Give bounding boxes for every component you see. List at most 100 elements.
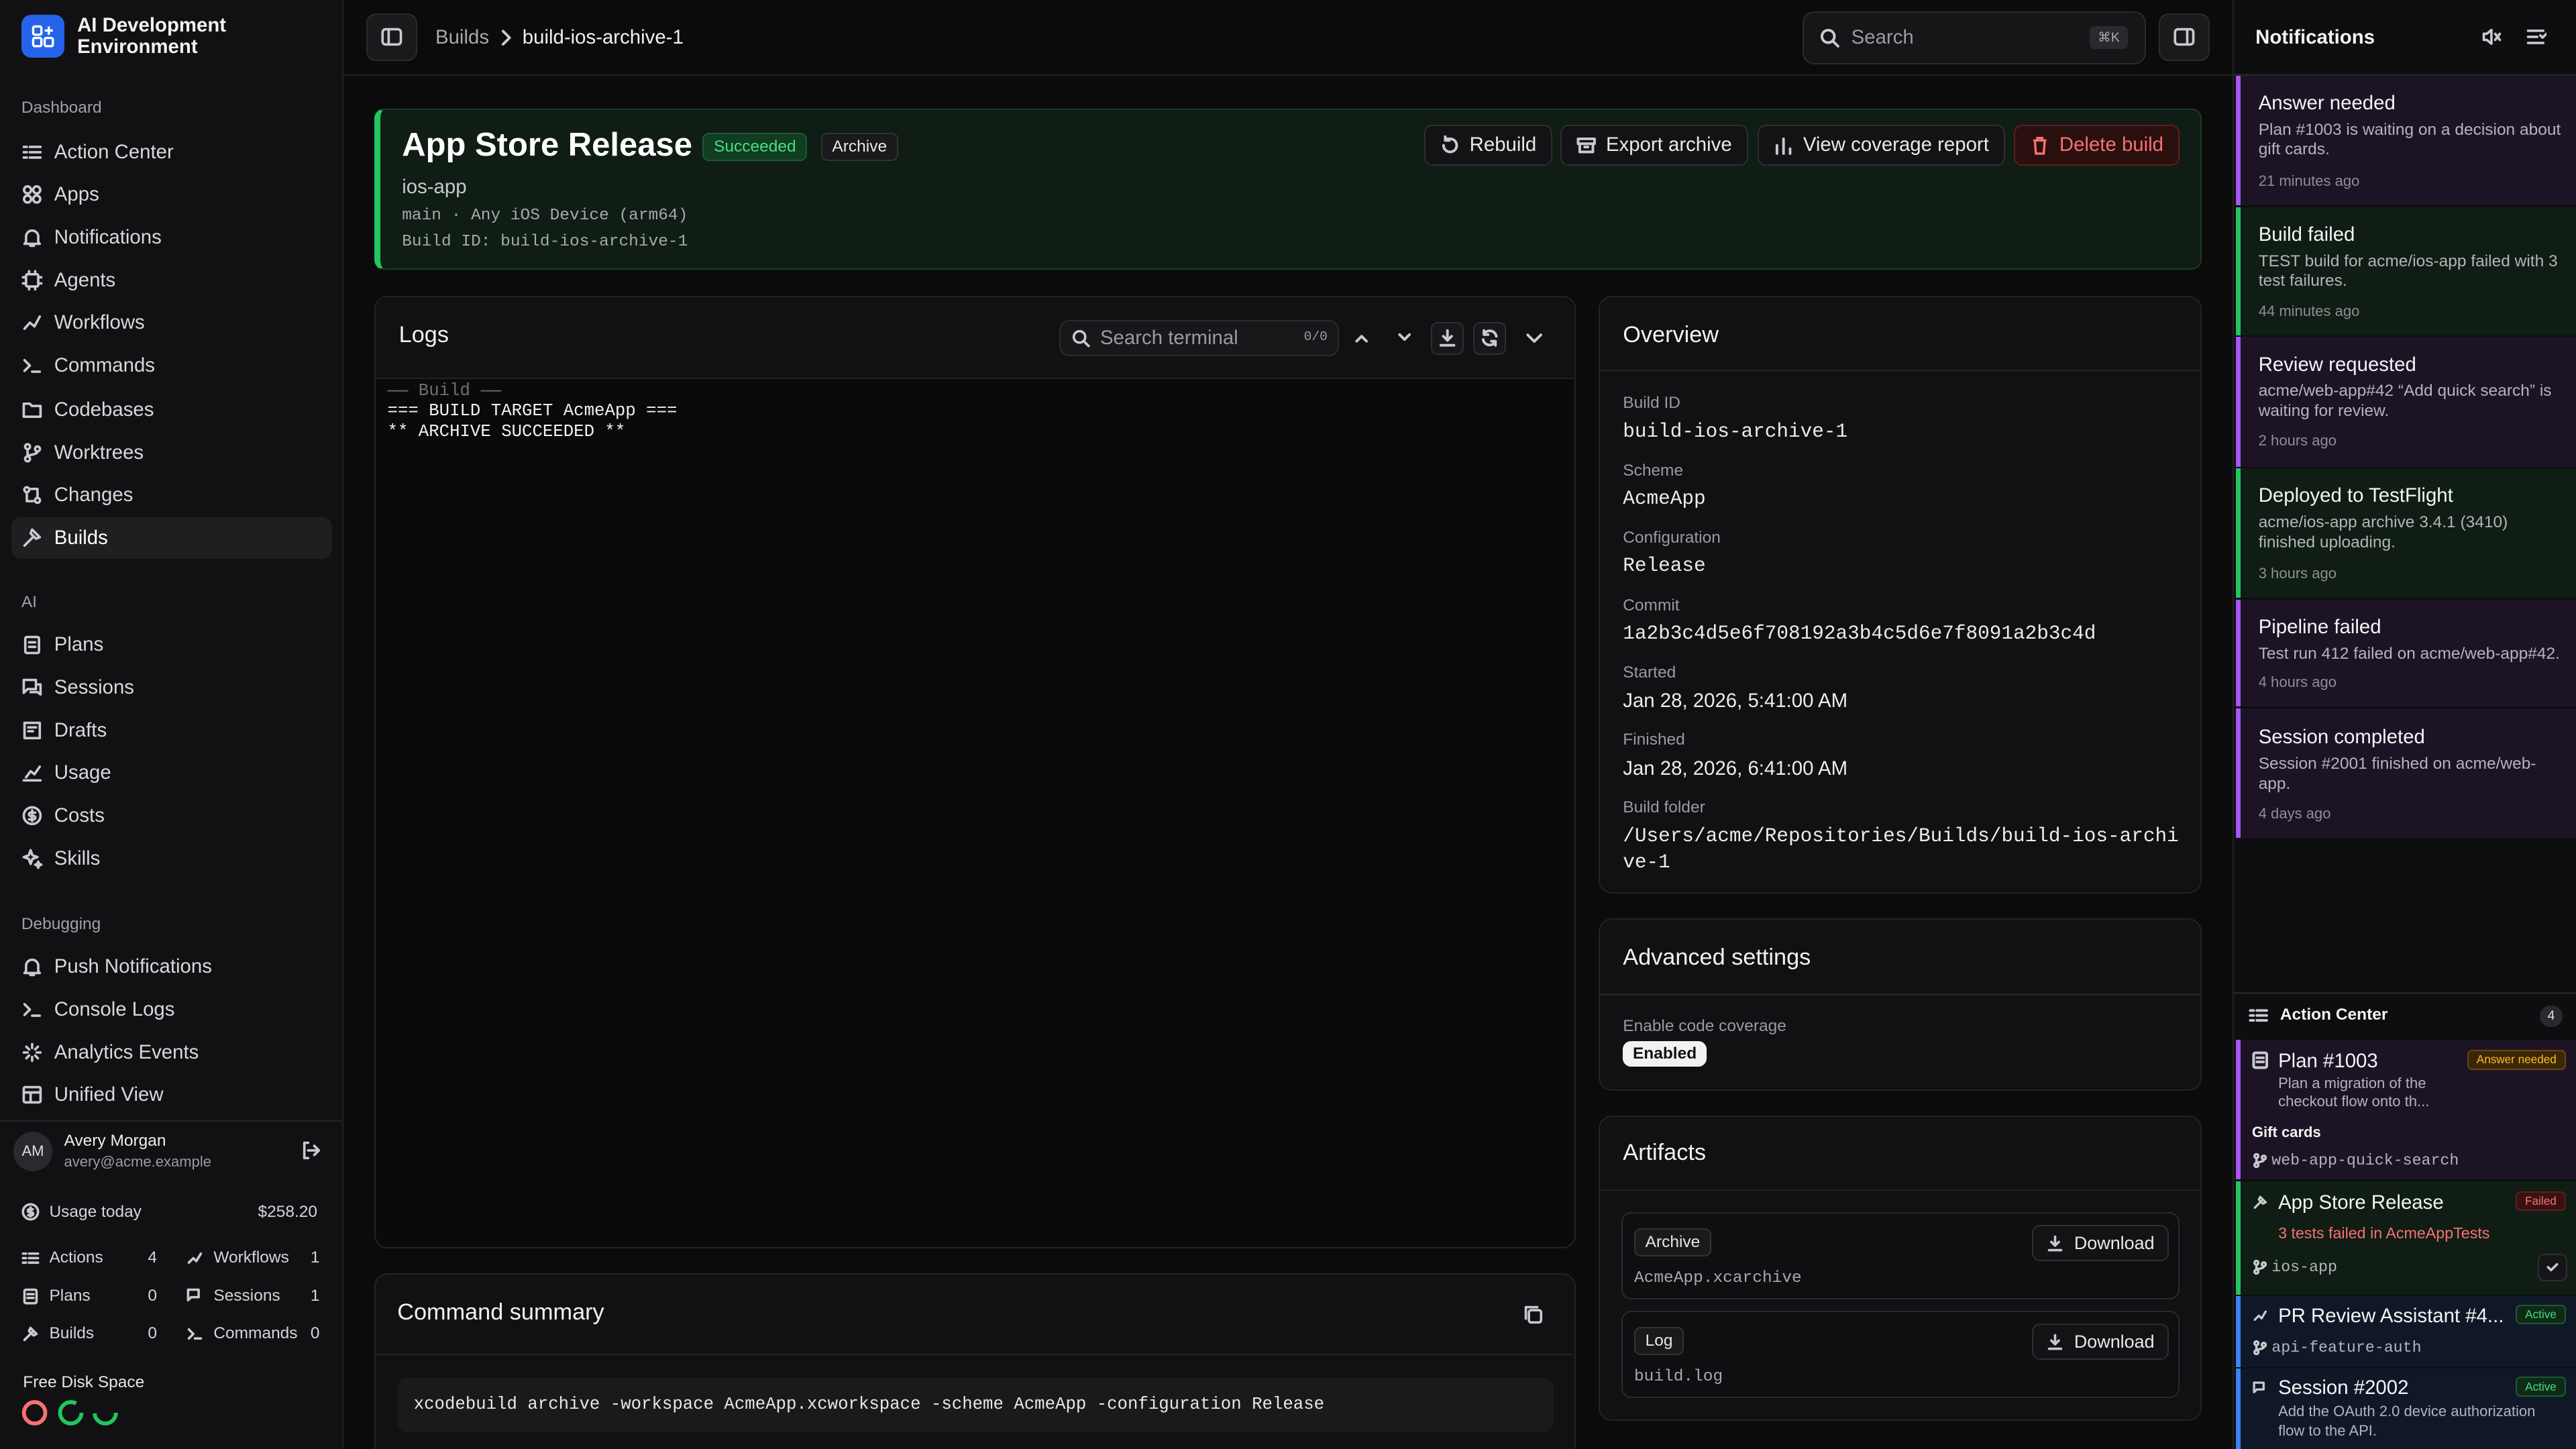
download-log-button[interactable] xyxy=(1430,321,1464,355)
scheme-value: AcmeApp xyxy=(1623,487,1706,510)
sidebar-item-analytics-events[interactable]: Analytics Events xyxy=(11,1032,332,1073)
command-summary-title: Command summary xyxy=(397,1299,604,1325)
notification-item[interactable]: Answer needed Plan #1003 is waiting on a… xyxy=(2235,75,2576,206)
notification-item[interactable]: Review requested acme/web-app#42 “Add qu… xyxy=(2235,337,2576,467)
build-meta: main · Any iOS Device (arm64) xyxy=(402,207,688,225)
notification-body: Plan #1003 is waiting on a decision abou… xyxy=(2258,120,2561,159)
stat-workflows[interactable]: Workflows xyxy=(186,1248,289,1267)
logout-icon[interactable] xyxy=(301,1140,322,1161)
action-center-count: 4 xyxy=(2539,1005,2563,1027)
mark-read-icon[interactable] xyxy=(2525,26,2546,48)
draft-icon xyxy=(23,721,41,739)
sidebar-item-label: Changes xyxy=(54,484,133,506)
notification-item[interactable]: Build failed TEST build for acme/ios-app… xyxy=(2235,207,2576,335)
stat-sessions[interactable]: Sessions xyxy=(186,1287,280,1305)
download-log-artifact-button[interactable]: Download xyxy=(2031,1324,2169,1360)
sidebar-item-action-center[interactable]: Action Center xyxy=(11,131,332,172)
bell-icon xyxy=(23,229,41,248)
action-item[interactable]: Session #2002 Active Add the OAuth 2.0 d… xyxy=(2235,1368,2576,1449)
search-input[interactable]: Search ⌘K xyxy=(1802,11,2146,64)
chevron-up-icon[interactable] xyxy=(1352,328,1371,347)
logs-panel: Logs Search terminal 0/0 —— Build —— ===… xyxy=(374,295,1576,1249)
sidebar-item-builds[interactable]: Builds xyxy=(11,517,332,559)
action-item[interactable]: App Store Release Failed 3 tests failed … xyxy=(2235,1181,2576,1295)
notification-item[interactable]: Session completed Session #2001 finished… xyxy=(2235,708,2576,839)
artifact-item: Log build.log Download xyxy=(1621,1310,2180,1398)
terminal-icon xyxy=(23,1003,41,1017)
build-title: App Store Release xyxy=(402,127,692,164)
artifact-item: Archive AcmeApp.xcarchive Download xyxy=(1621,1212,2180,1299)
sidebar-item-drafts[interactable]: Drafts xyxy=(11,710,332,751)
stat-plans-value: 0 xyxy=(148,1286,158,1305)
refresh-log-button[interactable] xyxy=(1473,321,1507,355)
notification-item[interactable]: Pipeline failed Test run 412 failed on a… xyxy=(2235,599,2576,707)
user-email: avery@acme.example xyxy=(64,1152,212,1170)
sidebar-item-console-logs[interactable]: Console Logs xyxy=(11,989,332,1030)
sidebar-item-push-notifications[interactable]: Push Notifications xyxy=(11,947,332,987)
sidebar-item-worktrees[interactable]: Worktrees xyxy=(11,432,332,473)
mute-icon[interactable] xyxy=(2481,26,2502,48)
build-folder-value: /Users/acme/Repositories/Builds/build-io… xyxy=(1623,824,2179,873)
messages-icon xyxy=(186,1288,200,1302)
sidebar-item-label: Console Logs xyxy=(54,998,175,1020)
field-label: Scheme xyxy=(1623,461,1684,480)
view-coverage-button[interactable]: View coverage report xyxy=(1757,124,2005,166)
download-archive-button[interactable]: Download xyxy=(2031,1225,2169,1261)
sidebar-item-usage[interactable]: Usage xyxy=(11,753,332,794)
copy-icon[interactable] xyxy=(1523,1304,1544,1326)
sidebar-item-label: Action Center xyxy=(54,140,174,163)
workflow-icon xyxy=(23,315,41,331)
sidebar-item-plans[interactable]: Plans xyxy=(11,625,332,665)
build-id-value: build-ios-archive-1 xyxy=(1623,420,1848,443)
notification-time: 44 minutes ago xyxy=(2258,302,2360,319)
action-item[interactable]: PR Review Assistant #4... Active api-fea… xyxy=(2235,1296,2576,1367)
terminal-search-input[interactable]: Search terminal 0/0 xyxy=(1059,320,1339,356)
rebuild-button[interactable]: Rebuild xyxy=(1424,124,1553,166)
sidebar-item-codebases[interactable]: Codebases xyxy=(11,389,332,430)
logs-title: Logs xyxy=(398,321,449,347)
chart-icon xyxy=(22,765,42,782)
toggle-sidebar-button[interactable] xyxy=(366,13,418,61)
sidebar-item-apps[interactable]: Apps xyxy=(11,174,332,215)
stat-builds[interactable]: Builds xyxy=(21,1324,94,1343)
notification-item[interactable]: Deployed to TestFlight acme/ios-app arch… xyxy=(2235,468,2576,598)
sidebar-item-label: Unified View xyxy=(54,1083,164,1106)
panel-right-icon xyxy=(2174,28,2195,46)
bar-chart-icon xyxy=(1775,137,1792,155)
sidebar-item-agents[interactable]: Agents xyxy=(11,260,332,301)
notification-title: Session completed xyxy=(2258,726,2425,749)
export-archive-button[interactable]: Export archive xyxy=(1560,124,1748,166)
branch-icon xyxy=(2253,1153,2267,1169)
toggle-panel-button[interactable] xyxy=(2159,13,2210,61)
kind-badge: Archive xyxy=(820,132,898,161)
section-ai: AI xyxy=(21,593,37,612)
download-icon xyxy=(1439,329,1455,347)
chevron-down-icon[interactable] xyxy=(1395,328,1414,347)
delete-build-button[interactable]: Delete build xyxy=(2013,124,2180,166)
sidebar-item-unified-view[interactable]: Unified View xyxy=(11,1075,332,1116)
stat-plans[interactable]: Plans xyxy=(21,1287,91,1305)
sidebar-item-changes[interactable]: Changes xyxy=(11,475,332,516)
search-shortcut: ⌘K xyxy=(2089,25,2129,49)
sidebar-item-commands[interactable]: Commands xyxy=(11,345,332,386)
action-item-ref: ios-app xyxy=(2271,1258,2337,1276)
user-profile[interactable]: AM Avery Morgan avery@acme.example xyxy=(0,1120,343,1179)
notifications-title: Notifications xyxy=(2255,26,2375,49)
sidebar-item-notifications[interactable]: Notifications xyxy=(11,217,332,258)
dismiss-button[interactable] xyxy=(2538,1253,2568,1282)
messages-icon xyxy=(2253,1381,2265,1394)
stat-commands[interactable]: Commands xyxy=(186,1324,298,1343)
action-item[interactable]: Plan #1003 Answer needed Plan a migratio… xyxy=(2235,1040,2576,1180)
git-compare-icon xyxy=(23,486,42,504)
brand[interactable]: AI Development Environment xyxy=(21,15,274,58)
breadcrumb-builds[interactable]: Builds xyxy=(435,26,489,49)
sidebar-item-costs[interactable]: Costs xyxy=(11,795,332,836)
chevron-down-icon[interactable] xyxy=(1523,327,1546,350)
sidebar-item-skills[interactable]: Skills xyxy=(11,838,332,879)
sidebar-item-workflows[interactable]: Workflows xyxy=(11,303,332,343)
sidebar-item-label: Drafts xyxy=(54,718,107,741)
artifact-type: Log xyxy=(1633,1326,1684,1355)
stat-actions[interactable]: Actions xyxy=(21,1248,103,1267)
action-item-body: 3 tests failed in AcmeAppTests xyxy=(2278,1224,2490,1242)
sidebar-item-sessions[interactable]: Sessions xyxy=(11,667,332,708)
